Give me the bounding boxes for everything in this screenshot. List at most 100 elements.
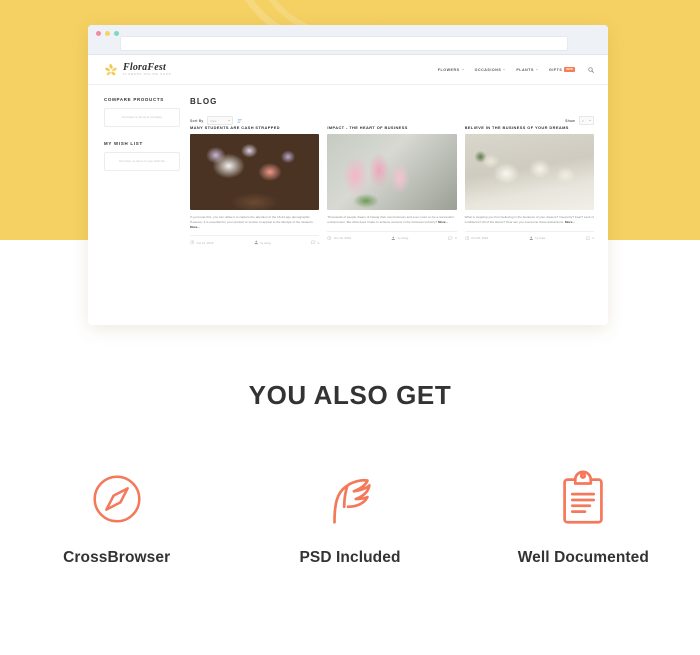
- toolbar: Sort By Date Show 9: [190, 116, 594, 125]
- read-more-link[interactable]: More...: [565, 220, 575, 224]
- post-author: by Greg: [391, 236, 408, 241]
- wish-list-empty-box: You have no items in your wish list.: [104, 152, 180, 171]
- section-title: YOU ALSO GET: [248, 380, 452, 410]
- content-head: BLOG: [190, 97, 594, 106]
- wish-list-empty-text: You have no items in your wish list.: [118, 158, 166, 163]
- chevron-down-icon: [503, 69, 506, 70]
- sidebar-block-title: MY WISH LIST: [104, 141, 143, 146]
- blog-post-title[interactable]: MANY STUDENTS ARE CASH STRAPPED: [190, 125, 319, 130]
- maximize-dot-icon[interactable]: [114, 31, 119, 36]
- blog-post-meta: Oct 05, 2016 by Kate 2: [464, 230, 594, 241]
- user-icon: [391, 236, 396, 241]
- flower-petals-icon: [104, 63, 118, 77]
- nav-badge-new: NEW: [564, 67, 575, 72]
- show-count-value: 9: [582, 118, 584, 123]
- nav-item-label: FLOWERS: [437, 67, 460, 72]
- user-icon: [254, 240, 259, 245]
- search-icon[interactable]: [588, 66, 594, 73]
- sort-by-label: Sort By: [190, 118, 204, 123]
- post-date: Oct 11, 2016: [190, 240, 213, 245]
- nav-item-label: PLANTS: [516, 67, 534, 72]
- clock-icon: [190, 240, 195, 245]
- blog-post-thumbnail[interactable]: [464, 134, 594, 210]
- feature-label: CrossBrowser: [63, 549, 171, 566]
- nav-item-label: OCCASIONS: [474, 67, 502, 72]
- main-content: BLOG Sort By Date Show 9 MANY STUDENTS A…: [190, 97, 594, 245]
- nav-item-gifts[interactable]: GIFTS NEW: [549, 67, 575, 72]
- blog-post-excerpt: If you know this, you can utilise it to …: [190, 215, 319, 229]
- blog-post-title[interactable]: BELIEVE IN THE BUSINESS OF YOUR DREAMS: [465, 125, 594, 130]
- you-also-get-section: YOU ALSO GET CrossBrowser PSD Included W…: [0, 380, 700, 567]
- blog-post-excerpt: What is stopping you from believing in t…: [465, 215, 594, 225]
- post-comments: 0: [448, 235, 457, 241]
- browser-chrome: [88, 25, 608, 55]
- toolbar-right: Show 9: [565, 116, 594, 125]
- site-logo[interactable]: FloraFest FLOWERS ONLINE SHOP: [104, 61, 172, 77]
- sidebar: COMPARE PRODUCTS You have no items to co…: [104, 97, 180, 245]
- close-dot-icon[interactable]: [96, 31, 101, 36]
- blog-post-title[interactable]: IMPACT - THE HEART OF BUSINESS: [327, 125, 456, 130]
- blog-post-card[interactable]: MANY STUDENTS ARE CASH STRAPPED If you k…: [190, 125, 320, 245]
- feature-label: PSD Included: [299, 549, 401, 566]
- read-more-link[interactable]: More...: [190, 225, 200, 229]
- sort-by-select[interactable]: Date: [207, 116, 234, 125]
- logo-tagline: FLOWERS ONLINE SHOP: [123, 72, 172, 76]
- read-more-link[interactable]: More...: [438, 220, 448, 224]
- url-input[interactable]: [120, 36, 568, 51]
- comment-icon: [448, 236, 453, 241]
- window-controls: [96, 31, 119, 36]
- comment-icon: [586, 236, 591, 241]
- features-row: CrossBrowser PSD Included Well Documente…: [0, 463, 700, 567]
- post-comments: 0: [311, 240, 319, 245]
- nav-item-flowers[interactable]: FLOWERS: [438, 68, 464, 72]
- sort-direction-button[interactable]: [237, 118, 243, 124]
- post-author-label: by Greg: [397, 235, 409, 240]
- show-label: Show: [565, 118, 575, 123]
- feature-well-documented: Well Documented: [467, 463, 700, 567]
- chevron-down-icon: [461, 69, 464, 70]
- comment-icon: [311, 240, 316, 245]
- blog-post-thumbnail[interactable]: [327, 134, 457, 210]
- sidebar-block-compare-products: COMPARE PRODUCTS You have no items to co…: [104, 97, 180, 127]
- blog-grid: MANY STUDENTS ARE CASH STRAPPED If you k…: [190, 125, 594, 245]
- post-date-label: Oct 05, 2016: [471, 235, 489, 240]
- compare-products-empty-box: You have no items to compare.: [104, 108, 180, 127]
- feature-crossbrowser: CrossBrowser: [0, 463, 233, 567]
- blog-post-card[interactable]: IMPACT - THE HEART OF BUSINESS Thousands…: [327, 125, 457, 245]
- chevron-down-icon: [536, 69, 538, 70]
- post-author-label: by Kate: [535, 235, 546, 240]
- blog-post-meta: Oct 10, 2016 by Greg 0: [327, 230, 457, 241]
- feather-icon: [233, 463, 466, 535]
- minimize-dot-icon[interactable]: [105, 31, 110, 36]
- sidebar-block-title: COMPARE PRODUCTS: [104, 97, 164, 102]
- post-comments-count: 0: [454, 235, 457, 240]
- blog-post-excerpt: Thousands of people dream of having thei…: [327, 215, 456, 225]
- chevron-down-icon: [228, 120, 231, 121]
- feature-label: Well Documented: [517, 549, 649, 566]
- excerpt-text: If you know this, you can utilise it to …: [190, 215, 314, 224]
- main-nav: FLOWERS OCCASIONS PLANTS GIFTS NEW: [438, 66, 594, 73]
- nav-item-occasions[interactable]: OCCASIONS: [475, 68, 506, 72]
- sidebar-block-my-wish-list: MY WISH LIST You have no items in your w…: [104, 141, 180, 171]
- feature-psd-included: PSD Included: [233, 463, 466, 567]
- show-count-select[interactable]: 9: [579, 116, 594, 125]
- excerpt-text: Thousands of people dream of having thei…: [327, 215, 454, 224]
- blog-post-thumbnail[interactable]: [190, 134, 320, 210]
- post-author-label: by Greg: [260, 240, 271, 245]
- blog-post-meta: Oct 11, 2016 by Greg 0: [190, 235, 320, 245]
- post-comments-count: 2: [592, 235, 594, 240]
- post-comments-count: 0: [317, 240, 320, 245]
- clock-icon: [327, 235, 332, 241]
- page-body: COMPARE PRODUCTS You have no items to co…: [88, 85, 608, 245]
- clock-icon: [464, 235, 470, 241]
- blog-post-card[interactable]: BELIEVE IN THE BUSINESS OF YOUR DREAMS W…: [464, 125, 594, 245]
- user-icon: [529, 236, 534, 241]
- logo-name: FloraFest: [123, 61, 166, 73]
- nav-item-plants[interactable]: PLANTS: [516, 68, 538, 72]
- browser-window: FloraFest FLOWERS ONLINE SHOP FLOWERS OC…: [88, 25, 608, 325]
- post-date-label: Oct 11, 2016: [196, 240, 214, 245]
- post-date-label: Oct 10, 2016: [333, 235, 352, 240]
- clipboard-icon: [467, 463, 700, 535]
- post-author: by Greg: [254, 240, 271, 245]
- compare-products-empty-text: You have no items to compare.: [121, 114, 163, 119]
